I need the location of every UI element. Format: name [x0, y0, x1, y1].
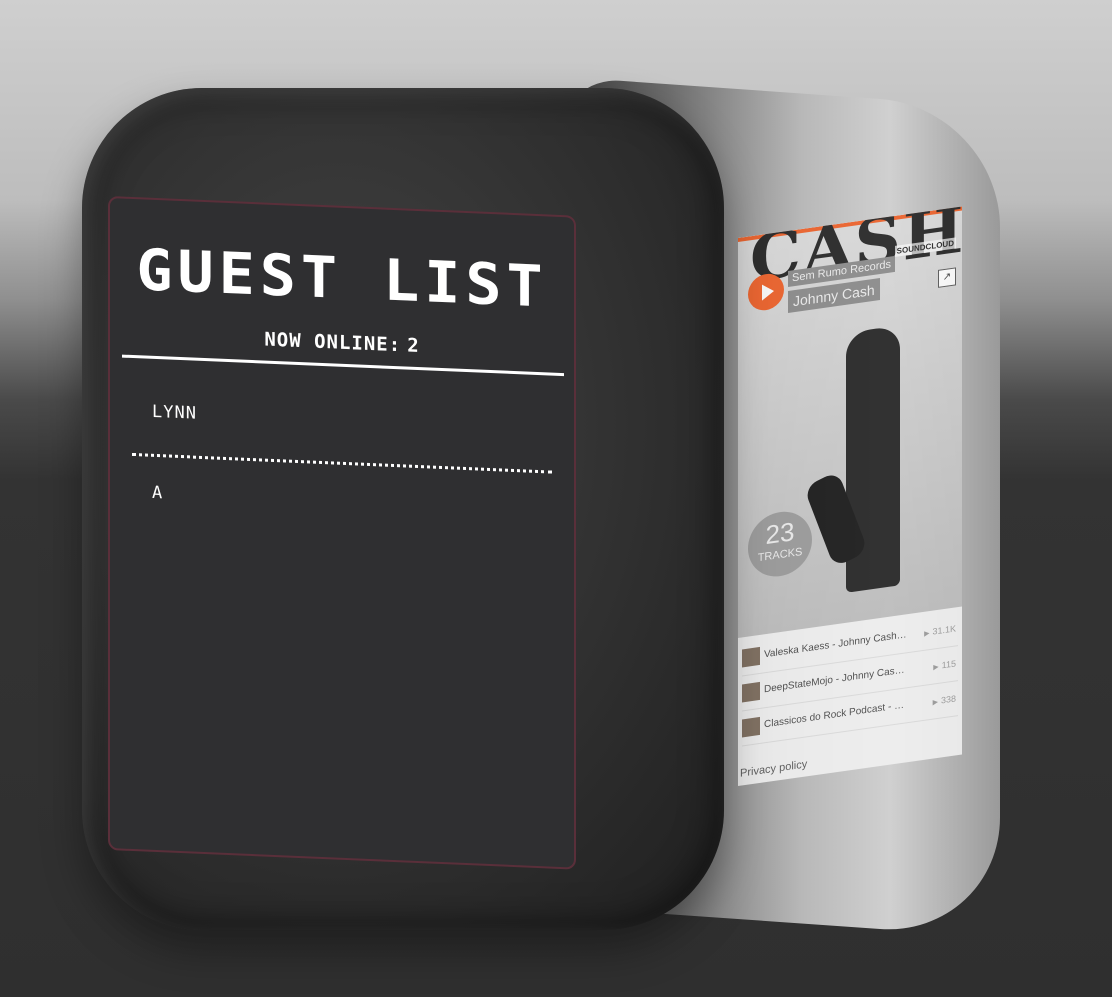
privacy-policy-link[interactable]: Privacy policy [740, 758, 807, 779]
track-thumbnail [742, 681, 760, 703]
soundcloud-widget[interactable]: CASH SOUNDCLOUD Sem Rumo Records Johnny … [738, 206, 962, 786]
guest-name: LYNN [152, 401, 197, 424]
track-thumbnail [742, 716, 760, 738]
cube-scene: CASH SOUNDCLOUD Sem Rumo Records Johnny … [0, 0, 1112, 997]
tracks-badge: 23 TRACKS [748, 507, 812, 581]
guest-list-panel: GUEST LIST NOW ONLINE: 2 LYNN A [108, 196, 576, 870]
guest-list-title: GUEST LIST [136, 236, 548, 321]
now-online-label: NOW ONLINE: [264, 328, 402, 357]
play-count: 338 [933, 681, 956, 720]
play-count: 115 [933, 646, 956, 685]
guest-list: LYNN A [132, 395, 552, 544]
track-thumbnail [742, 646, 760, 668]
play-count: 31.1K [924, 611, 956, 651]
guest-name: A [152, 482, 164, 504]
album-artwork: CASH SOUNDCLOUD Sem Rumo Records Johnny … [738, 206, 962, 638]
online-count: 2 [407, 334, 420, 358]
share-icon[interactable]: ↗ [938, 267, 956, 288]
